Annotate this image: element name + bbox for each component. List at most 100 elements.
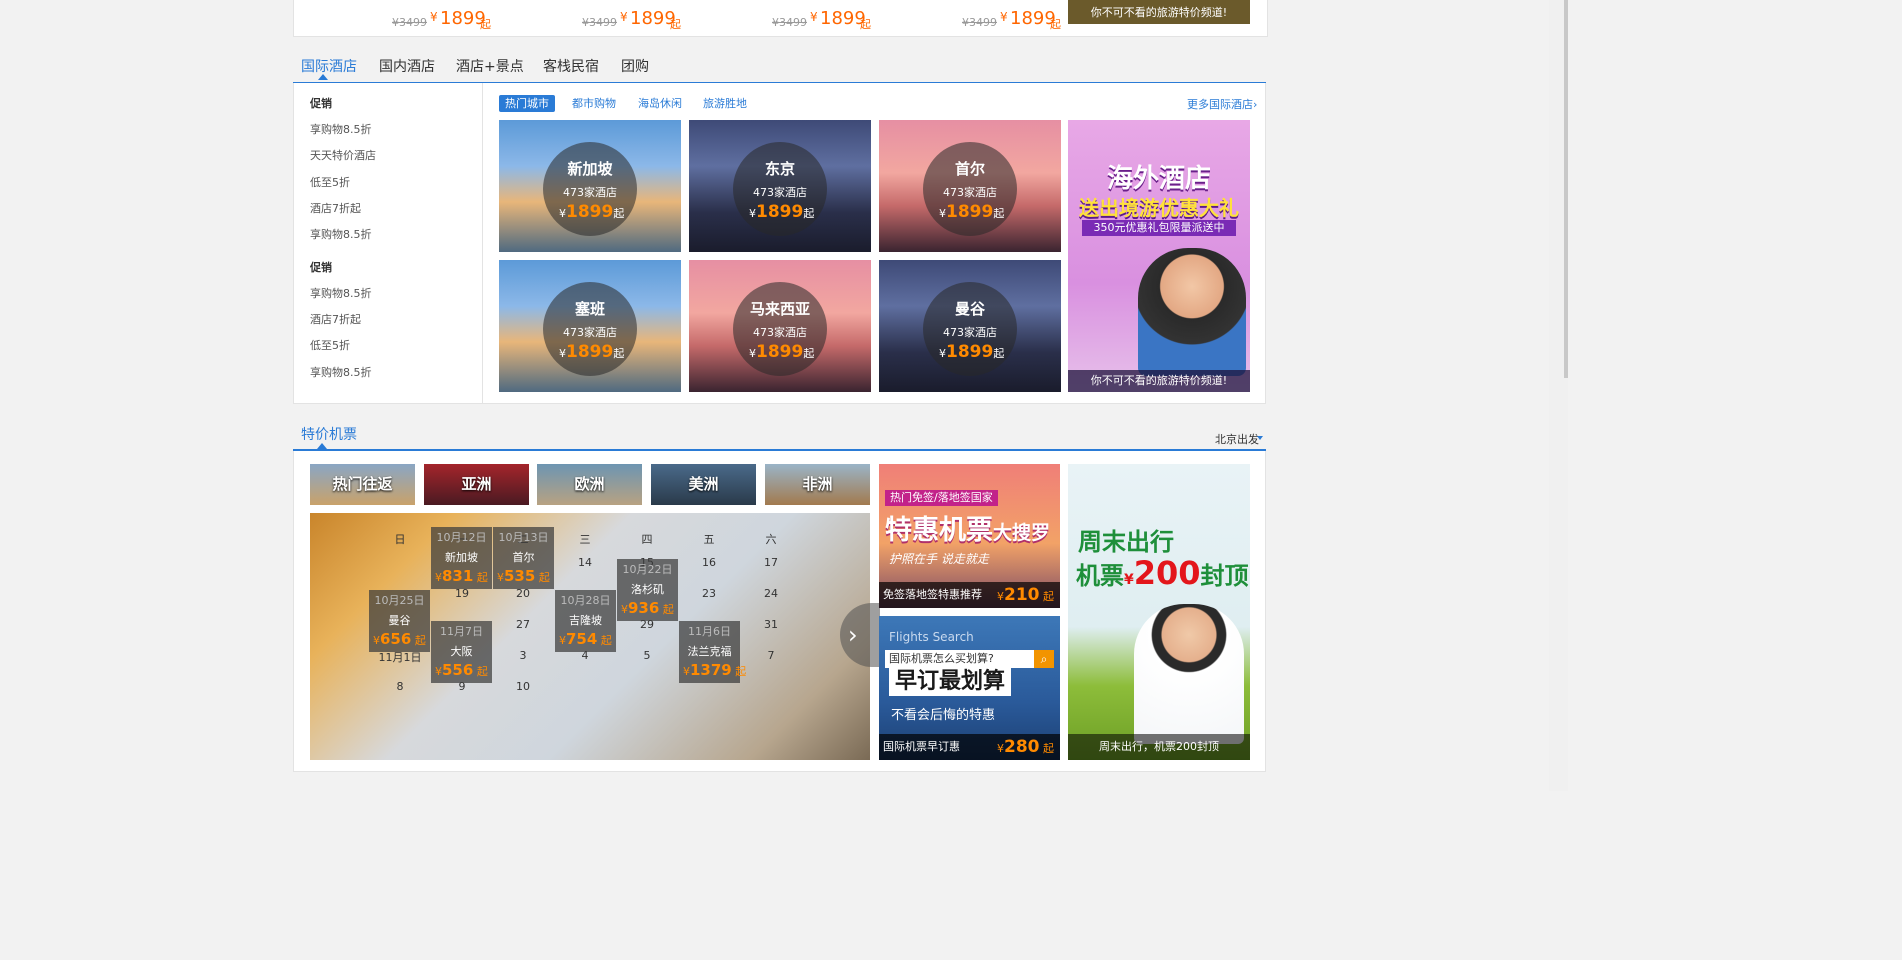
tab-group-buy[interactable]: 团购 <box>621 56 649 76</box>
ad-caption-bar: 国际机票早订惠 ¥280 起 <box>879 734 1060 760</box>
weekday-label: 五 <box>703 533 715 546</box>
departure-city-select[interactable]: 北京出发 <box>1215 431 1259 447</box>
calendar-day[interactable]: 10 <box>508 680 538 693</box>
promo-sidebar: 促销 享购物8.5折 天天特价酒店 低至5折 酒店7折起 享购物8.5折 促销 … <box>294 83 483 403</box>
ad-caption: 免签落地签特惠推荐 <box>883 588 982 601</box>
offer-prefix: 机票 <box>1076 562 1124 590</box>
calendar-day[interactable]: 5 <box>632 649 662 662</box>
region-africa[interactable]: 非洲 <box>765 464 870 505</box>
qi-suffix: 起 <box>803 207 815 220</box>
sidebar-item[interactable]: 天天特价酒店 <box>310 147 376 163</box>
fare-card[interactable]: 11月6日 法兰克福 ¥1379 起 <box>679 621 746 683</box>
qi-suffix: 起 <box>613 347 625 360</box>
yen-sign: ¥ <box>621 603 628 616</box>
weekend-flight-ad[interactable]: 周末出行 机票¥200封顶 周末出行，机票200封顶 <box>1068 464 1250 760</box>
tab-domestic-hotel[interactable]: 国内酒店 <box>379 56 435 76</box>
price-value: 1899 <box>566 202 614 222</box>
fare-card[interactable]: 10月13日 首尔 ¥535 起 <box>493 527 554 589</box>
early-booking-ad[interactable]: Flights Search 国际机票怎么买划算? ⌕ 早订最划算 不看会后悔的… <box>879 616 1060 760</box>
qi-suffix: 起 <box>1050 18 1061 31</box>
subtab-shopping[interactable]: 都市购物 <box>572 95 616 112</box>
fare-price: ¥535 起 <box>497 567 550 585</box>
price-value: 280 <box>1004 737 1040 757</box>
sidebar-item[interactable]: 享购物8.5折 <box>310 121 372 137</box>
tab-hotel-scenic[interactable]: 酒店+景点 <box>456 56 524 76</box>
deal-item[interactable]: ¥3499 ¥ 1899 起 <box>484 0 681 34</box>
region-america[interactable]: 美洲 <box>651 464 756 505</box>
sidebar-item[interactable]: 享购物8.5折 <box>310 285 372 301</box>
fare-date: 11月7日 <box>440 625 483 638</box>
calendar-day[interactable]: 14 <box>570 556 600 569</box>
visa-free-ad[interactable]: 热门免签/落地签国家 特惠机票大搜罗 护照在手 说走就走 免签落地签特惠推荐 ¥… <box>879 464 1060 608</box>
deal-item[interactable]: ¥3499 ¥ 1899 起 <box>294 0 491 34</box>
tab-inn[interactable]: 客栈民宿 <box>543 56 599 76</box>
subtab-island[interactable]: 海岛休闲 <box>638 95 682 112</box>
subtab-resorts[interactable]: 旅游胜地 <box>703 95 747 112</box>
region-asia[interactable]: 亚洲 <box>424 464 529 505</box>
sidebar-item[interactable]: 享购物8.5折 <box>310 364 372 380</box>
qi-suffix: 起 <box>476 571 488 584</box>
sidebar-item[interactable]: 享购物8.5折 <box>310 226 372 242</box>
yen-sign: ¥ <box>435 571 442 584</box>
fare-city: 曼谷 <box>388 614 411 627</box>
deal-price: 1899 <box>820 8 866 29</box>
ad-headline: 特惠机票大搜罗 <box>885 508 1050 547</box>
sidebar-item[interactable]: 酒店7折起 <box>310 200 361 216</box>
yen-sign: ¥ <box>1124 572 1134 588</box>
fare-card[interactable]: 10月12日 新加坡 ¥831 起 <box>431 527 492 589</box>
calendar-day[interactable]: 27 <box>508 618 538 631</box>
calendar-day[interactable]: 7 <box>756 649 786 662</box>
sidebar-heading: 促销 <box>310 97 332 110</box>
yen-sign: ¥ <box>749 347 756 360</box>
deal-item[interactable]: ¥3499 ¥ 1899 起 <box>674 0 871 34</box>
calendar-day[interactable]: 8 <box>385 680 415 693</box>
city-card[interactable]: 曼谷 473家酒店 ¥1899起 <box>879 260 1061 392</box>
ad-headline: 周末出行 <box>1078 528 1174 556</box>
sidebar-item[interactable]: 低至5折 <box>310 337 350 353</box>
calendar-day[interactable]: 24 <box>756 587 786 600</box>
ad-caption-bar: 免签落地签特惠推荐 ¥210 起 <box>879 582 1060 608</box>
fare-card[interactable]: 11月7日 大阪 ¥556 起 <box>431 621 492 683</box>
more-international-hotels-link[interactable]: 更多国际酒店› <box>1187 96 1257 112</box>
spokesperson-image <box>1138 248 1246 376</box>
city-card[interactable]: 首尔 473家酒店 ¥1899起 <box>879 120 1061 252</box>
city-card[interactable]: 马来西亚 473家酒店 ¥1899起 <box>689 260 871 392</box>
city-card[interactable]: 新加坡 473家酒店 ¥1899起 <box>499 120 681 252</box>
city-card[interactable]: 塞班 473家酒店 ¥1899起 <box>499 260 681 392</box>
deal-item[interactable]: ¥3499 ¥ 1899 起 <box>864 0 1061 34</box>
tab-international-hotel[interactable]: 国际酒店 <box>301 56 357 76</box>
yen-sign: ¥ <box>997 590 1004 603</box>
calendar-day[interactable]: 17 <box>756 556 786 569</box>
qi-suffix: 起 <box>1043 590 1054 603</box>
headline-tail: 大搜罗 <box>993 522 1051 544</box>
search-icon: ⌕ <box>1034 650 1054 668</box>
scrollbar-thumb[interactable] <box>1564 0 1568 378</box>
price-value: 1379 <box>690 661 732 679</box>
ad-subtitle: 送出境游优惠大礼 <box>1079 196 1239 220</box>
yen-sign: ¥ <box>939 347 946 360</box>
region-europe[interactable]: 欧洲 <box>537 464 642 505</box>
hotel-count: 473家酒店 <box>943 326 997 339</box>
fare-card[interactable]: 10月25日 曼谷 ¥656 起 <box>369 590 430 652</box>
region-hot-roundtrip[interactable]: 热门往返 <box>310 464 415 505</box>
flights-section-title[interactable]: 特价机票 <box>301 424 357 444</box>
fare-price: ¥754 起 <box>559 630 612 648</box>
fare-card[interactable]: 10月28日 吉隆坡 ¥754 起 <box>555 590 616 652</box>
calendar-day[interactable]: 23 <box>694 587 724 600</box>
sidebar-item[interactable]: 低至5折 <box>310 174 350 190</box>
fare-card[interactable]: 10月22日 洛杉矶 ¥936 起 <box>617 559 678 621</box>
city-card[interactable]: 东京 473家酒店 ¥1899起 <box>689 120 871 252</box>
overseas-hotel-ad[interactable]: 海外酒店 送出境游优惠大礼 350元优惠礼包限量派送中 你不可不看的旅游特价频道… <box>1068 120 1250 392</box>
top-ad-banner[interactable]: 你不可不看的旅游特价频道! <box>1068 0 1250 24</box>
yen-sign: ¥ <box>1000 10 1008 24</box>
calendar-day[interactable]: 3 <box>508 649 538 662</box>
weekday-label: 六 <box>765 533 777 546</box>
calendar-day[interactable]: 16 <box>694 556 724 569</box>
calendar-day[interactable]: 31 <box>756 618 786 631</box>
price-value: 1899 <box>566 342 614 362</box>
sidebar-item[interactable]: 酒店7折起 <box>310 311 361 327</box>
headline-main: 特惠机票 <box>885 515 993 546</box>
yen-sign: ¥ <box>430 10 438 24</box>
subtab-hot-cities[interactable]: 热门城市 <box>499 95 555 112</box>
ad-caption: 国际机票早订惠 <box>883 740 960 753</box>
